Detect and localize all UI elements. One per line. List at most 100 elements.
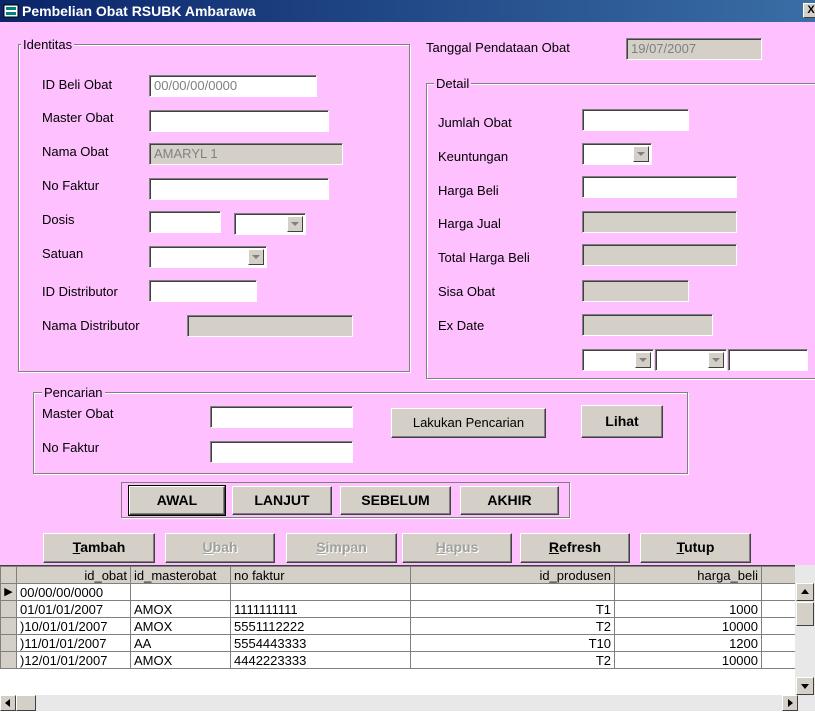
ex-date-day-combo[interactable] bbox=[582, 349, 654, 371]
cell-no-faktur[interactable]: 1111111111 bbox=[230, 600, 411, 618]
chevron-down-icon[interactable] bbox=[708, 352, 724, 368]
pencarian-group-label: Pencarian bbox=[42, 385, 105, 400]
no-faktur-field[interactable] bbox=[149, 178, 329, 200]
cell-no-faktur[interactable]: 5551112222 bbox=[230, 617, 411, 635]
ubah-button[interactable]: Ubah bbox=[165, 533, 275, 563]
ex-date-field bbox=[582, 314, 713, 336]
keuntungan-combo[interactable] bbox=[582, 143, 652, 165]
title-bar: Pembelian Obat RSUBK Ambarawa X bbox=[0, 0, 815, 22]
lihat-button[interactable]: Lihat bbox=[581, 405, 663, 438]
cell-harga-beli[interactable]: 1200 bbox=[614, 634, 762, 652]
column-header-harga-beli[interactable]: harga_beli bbox=[614, 566, 762, 584]
cell-filler bbox=[761, 651, 796, 669]
cell-id-obat[interactable]: 01/01/01/2007 bbox=[16, 600, 131, 618]
cell-id-obat[interactable]: 00/00/00/0000 bbox=[16, 583, 131, 601]
column-header-id-produsen[interactable]: id_produsen bbox=[410, 566, 615, 584]
cell-id-masterobat[interactable] bbox=[130, 583, 231, 601]
table-row[interactable]: )10/01/01/2007 AMOX 5551112222 T2 10000 bbox=[0, 617, 796, 635]
pencarian-faktur-field[interactable] bbox=[210, 441, 353, 463]
ex-date-month-combo[interactable] bbox=[655, 349, 727, 371]
scroll-down-button[interactable] bbox=[796, 677, 814, 695]
akhir-button[interactable]: AKHIR bbox=[460, 486, 559, 515]
data-grid[interactable]: id_obat id_masterobat no faktur id_produ… bbox=[0, 565, 815, 712]
master-obat-field[interactable] bbox=[149, 110, 329, 132]
cell-id-produsen[interactable]: T10 bbox=[410, 634, 615, 652]
chevron-down-icon[interactable] bbox=[633, 146, 649, 162]
tambah-button[interactable]: Tambah bbox=[43, 533, 155, 563]
tutup-button[interactable]: Tutup bbox=[640, 533, 751, 563]
dosis-unit-combo[interactable] bbox=[234, 213, 306, 235]
cell-id-obat[interactable]: )12/01/01/2007 bbox=[16, 651, 131, 669]
cell-id-obat[interactable]: )11/01/01/2007 bbox=[16, 634, 131, 652]
chevron-down-icon[interactable] bbox=[287, 216, 303, 232]
id-distributor-field[interactable] bbox=[149, 280, 257, 302]
chevron-down-icon[interactable] bbox=[635, 352, 651, 368]
dosis-field[interactable] bbox=[149, 211, 221, 233]
cell-no-faktur[interactable]: 5554443333 bbox=[230, 634, 411, 652]
cell-id-produsen[interactable] bbox=[410, 583, 615, 601]
scroll-up-button[interactable] bbox=[796, 583, 814, 601]
scroll-hthumb[interactable] bbox=[16, 695, 36, 711]
satuan-combo[interactable] bbox=[149, 246, 267, 268]
row-selector[interactable] bbox=[0, 617, 17, 635]
nama-obat-field: AMARYL 1 bbox=[149, 143, 343, 165]
cell-id-obat[interactable]: )10/01/01/2007 bbox=[16, 617, 131, 635]
table-row[interactable]: 01/01/01/2007 AMOX 1111111111 T1 1000 bbox=[0, 600, 796, 618]
refresh-button[interactable]: Refresh bbox=[520, 533, 630, 563]
id-beli-field[interactable]: 00/00/00/0000 bbox=[149, 75, 317, 97]
sebelum-button[interactable]: SEBELUM bbox=[340, 486, 451, 515]
total-harga-beli-field bbox=[582, 244, 737, 266]
cell-no-faktur[interactable]: 4442223333 bbox=[230, 651, 411, 669]
cell-harga-beli[interactable]: 1000 bbox=[614, 600, 762, 618]
table-row[interactable]: )11/01/01/2007 AA 5554443333 T10 1200 bbox=[0, 634, 796, 652]
table-row[interactable]: )12/01/01/2007 AMOX 4442223333 T2 10000 bbox=[0, 651, 796, 669]
table-row[interactable]: ▶ 00/00/00/0000 bbox=[0, 583, 796, 601]
chevron-down-icon[interactable] bbox=[248, 249, 264, 265]
hapus-button[interactable]: Hapus bbox=[402, 533, 512, 563]
close-button[interactable]: X bbox=[803, 3, 815, 18]
cell-id-produsen[interactable]: T1 bbox=[410, 600, 615, 618]
arrow-up-icon bbox=[801, 589, 809, 594]
cell-no-faktur[interactable] bbox=[230, 583, 411, 601]
grid-header-filler bbox=[761, 566, 796, 584]
row-selector[interactable] bbox=[0, 651, 17, 669]
scroll-thumb[interactable] bbox=[796, 602, 814, 626]
cell-id-masterobat[interactable]: AMOX bbox=[130, 651, 231, 669]
cell-harga-beli[interactable]: 10000 bbox=[614, 651, 762, 669]
scroll-left-button[interactable] bbox=[0, 695, 16, 711]
pencarian-master-field[interactable] bbox=[210, 406, 353, 428]
cell-id-masterobat[interactable]: AMOX bbox=[130, 600, 231, 618]
search-button[interactable]: Lakukan Pencarian bbox=[391, 408, 546, 438]
row-selector[interactable] bbox=[0, 600, 17, 618]
pencarian-faktur-label: No Faktur bbox=[42, 440, 100, 455]
horizontal-scrollbar[interactable] bbox=[0, 695, 815, 711]
window-title: Pembelian Obat RSUBK Ambarawa bbox=[22, 3, 256, 19]
arrow-down-icon bbox=[801, 684, 809, 689]
simpan-button[interactable]: Simpan bbox=[286, 533, 397, 563]
satuan-label: Satuan bbox=[42, 246, 84, 261]
scroll-right-button[interactable] bbox=[782, 695, 798, 711]
cell-harga-beli[interactable]: 10000 bbox=[614, 617, 762, 635]
arrow-right-icon bbox=[788, 699, 793, 707]
row-selector[interactable] bbox=[0, 634, 17, 652]
app-icon bbox=[3, 4, 19, 18]
grid-table: id_obat id_masterobat no faktur id_produ… bbox=[0, 566, 796, 669]
ex-date-year-field[interactable] bbox=[728, 349, 808, 371]
cell-harga-beli[interactable] bbox=[614, 583, 762, 601]
column-header-id-obat[interactable]: id_obat bbox=[16, 566, 131, 584]
tambah-label: ambah bbox=[80, 539, 126, 555]
row-selector[interactable]: ▶ bbox=[0, 583, 17, 601]
harga-beli-field[interactable] bbox=[582, 176, 737, 198]
cell-id-produsen[interactable]: T2 bbox=[410, 617, 615, 635]
awal-button[interactable]: AWAL bbox=[128, 485, 226, 516]
jumlah-obat-field[interactable] bbox=[582, 109, 689, 131]
tanggal-field: 19/07/2007 bbox=[626, 38, 762, 60]
column-header-no-faktur[interactable]: no faktur bbox=[230, 566, 411, 584]
cell-id-produsen[interactable]: T2 bbox=[410, 651, 615, 669]
cell-id-masterobat[interactable]: AA bbox=[130, 634, 231, 652]
ubah-accel: U bbox=[202, 539, 213, 555]
cell-id-masterobat[interactable]: AMOX bbox=[130, 617, 231, 635]
vertical-scrollbar[interactable] bbox=[795, 565, 815, 695]
column-header-id-masterobat[interactable]: id_masterobat bbox=[130, 566, 231, 584]
lanjut-button[interactable]: LANJUT bbox=[232, 486, 332, 515]
